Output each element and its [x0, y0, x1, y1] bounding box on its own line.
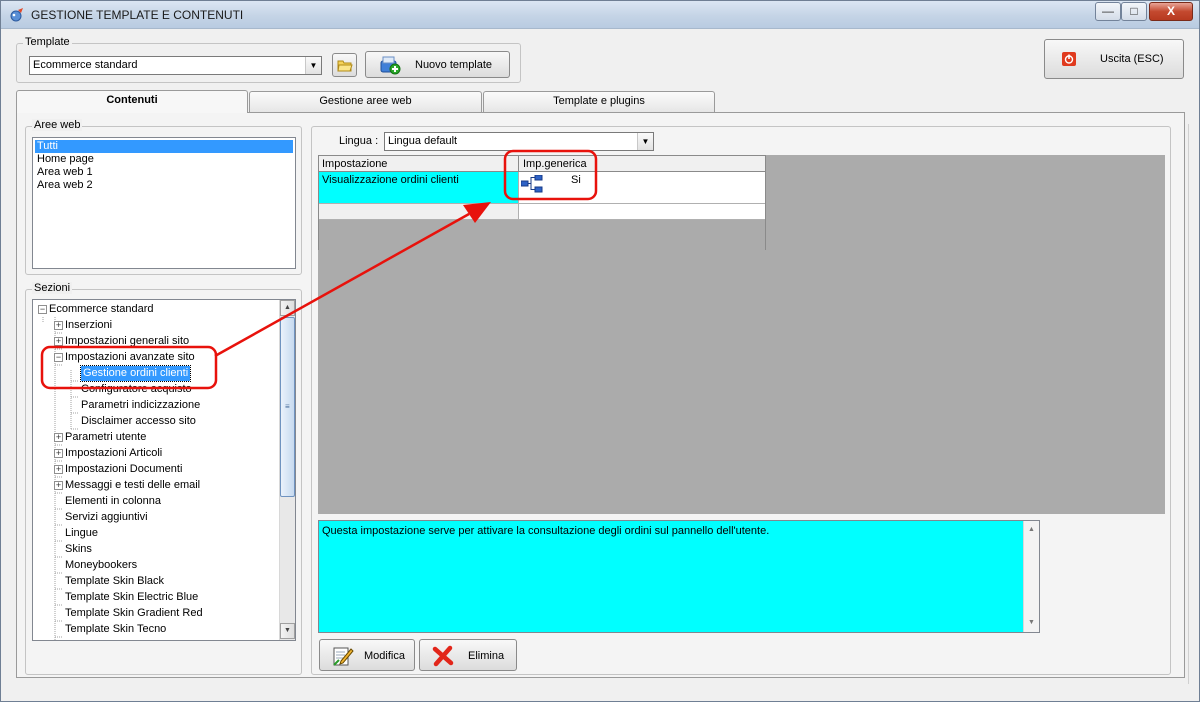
annotation-highlight-tree-item [40, 345, 218, 390]
annotation-arrow-line [214, 212, 470, 358]
annotation-highlight-grid-cell [503, 149, 598, 201]
annotation-arrowhead-icon [463, 202, 491, 223]
app-window: GESTIONE TEMPLATE E CONTENUTI — □ X Temp… [0, 0, 1200, 702]
tab-contenuti[interactable]: Contenuti [16, 90, 248, 113]
